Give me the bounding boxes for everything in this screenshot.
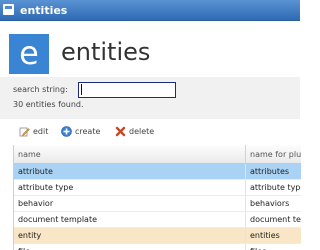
page-title: entities (61, 38, 151, 66)
delete-label: delete (129, 127, 155, 136)
cell-plural: entities (250, 231, 280, 240)
table-row[interactable]: attribute type attribute types (14, 180, 301, 196)
table-row[interactable]: entity entities (14, 228, 301, 244)
delete-button[interactable]: delete (115, 126, 160, 138)
cell-plural: document templates (250, 215, 301, 224)
cell-name: attribute type (18, 183, 74, 192)
pencil-paper-icon (19, 127, 30, 137)
column-header-name[interactable]: name (18, 150, 41, 159)
cell-name: attribute (18, 167, 53, 176)
edit-label: edit (33, 127, 49, 136)
cell-name: behavior (18, 199, 54, 208)
table-header: name name for plural (14, 145, 301, 164)
create-label: create (75, 127, 101, 136)
column-divider[interactable] (245, 145, 246, 163)
red-x-icon (115, 126, 126, 137)
cell-plural: attributes (250, 167, 290, 176)
result-count: 30 entities found. (13, 100, 84, 109)
window-titlebar: entities (0, 0, 300, 21)
cell-divider (245, 212, 246, 227)
cell-name: document template (18, 215, 98, 224)
table-row[interactable]: behavior behaviors (14, 196, 301, 212)
cell-divider (245, 228, 246, 243)
edit-button[interactable]: edit (19, 126, 51, 138)
page-header: e entities (0, 21, 300, 77)
window-app-icon (3, 4, 14, 15)
window-title: entities (20, 4, 68, 17)
cell-plural: attribute types (250, 183, 301, 192)
search-label: search string: (13, 85, 68, 94)
cell-divider (245, 244, 246, 250)
cell-name: entity (18, 231, 42, 240)
table-row[interactable]: file files (14, 244, 301, 250)
entities-table: name name for plural attribute attribute… (13, 145, 301, 250)
cell-divider (245, 196, 246, 211)
cell-divider (245, 180, 246, 195)
search-panel: search string: 30 entities found. (0, 77, 300, 119)
cell-divider (245, 164, 246, 179)
table-row[interactable]: attribute attributes (14, 164, 301, 180)
plus-circle-icon (61, 126, 72, 137)
column-header-plural[interactable]: name for plural (250, 150, 301, 159)
cell-plural: behaviors (250, 199, 290, 208)
text-caret (81, 84, 82, 95)
entity-app-icon: e (9, 34, 49, 74)
toolbar: edit create delete (0, 119, 300, 145)
create-button[interactable]: create (61, 126, 106, 138)
search-input[interactable] (78, 82, 176, 98)
table-row[interactable]: document template document templates (14, 212, 301, 228)
